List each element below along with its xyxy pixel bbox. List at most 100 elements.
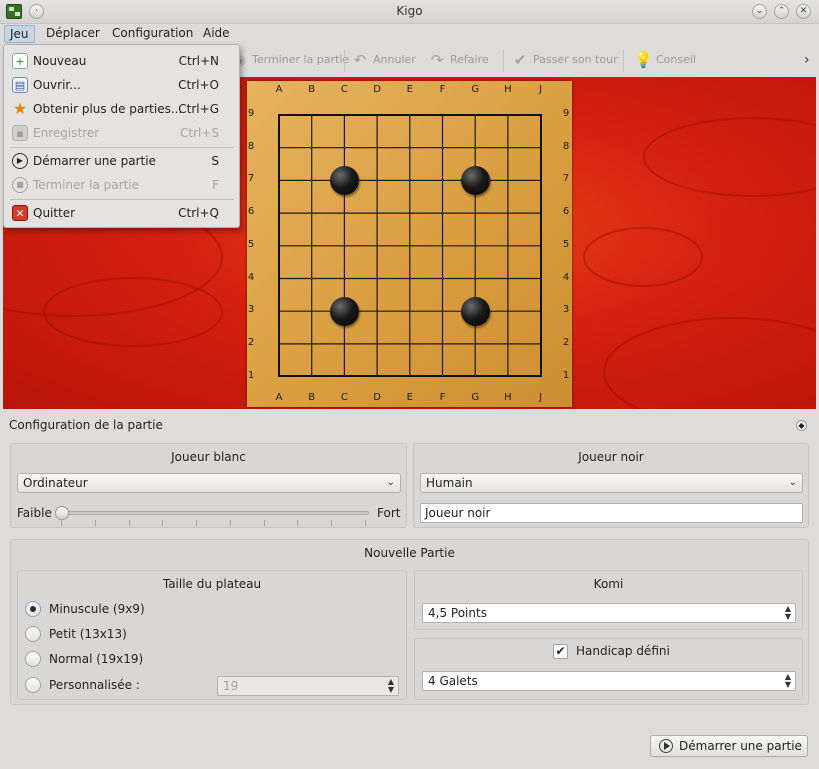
- strength-slider[interactable]: [55, 511, 369, 515]
- toolbar-overflow-button[interactable]: ›: [804, 50, 810, 70]
- row-label: 8: [562, 140, 570, 152]
- row-label: 5: [247, 238, 255, 250]
- custom-size-value: 19: [223, 679, 239, 693]
- size-custom-label[interactable]: Personnalisée :: [49, 677, 140, 693]
- handicap-checkbox[interactable]: ✔: [553, 644, 568, 659]
- komi-group: Komi 4,5 Points ▲ ▼: [414, 570, 803, 630]
- black-player-name-input[interactable]: Joueur noir: [420, 503, 803, 523]
- pass-button[interactable]: ✔ Passer son tour: [511, 50, 618, 70]
- size-normal-radio[interactable]: [25, 651, 41, 667]
- black-player-group: Joueur noir Humain ⌄ Joueur noir: [413, 443, 809, 528]
- column-label: J: [539, 84, 543, 95]
- hint-button[interactable]: 💡 Conseil: [634, 50, 696, 70]
- menu-item-get-more[interactable]: ★ Obtenir plus de parties... Ctrl+G: [4, 98, 239, 120]
- slider-tick: [331, 520, 333, 526]
- toolbar-separator: [503, 50, 504, 72]
- new-game-group: Nouvelle Partie Taille du plateau Minusc…: [10, 539, 809, 705]
- row-label: 3: [247, 304, 255, 316]
- black-player-title: Joueur noir: [578, 450, 644, 464]
- game-menu-dropdown: + Nouveau Ctrl+N ▤ Ouvrir... Ctrl+O ★ Ob…: [3, 44, 240, 228]
- open-folder-icon: ▤: [12, 77, 28, 93]
- board-size-title: Taille du plateau: [162, 577, 262, 591]
- chevron-down-icon: ⌄: [386, 477, 395, 488]
- handicap-spinbox[interactable]: 4 Galets ▲ ▼: [422, 671, 796, 691]
- menu-item-new-shortcut: Ctrl+N: [178, 54, 219, 68]
- minimize-button[interactable]: ⌄: [752, 4, 767, 19]
- slider-tick: [196, 520, 198, 526]
- size-custom-radio[interactable]: [25, 677, 41, 693]
- strong-label: Fort: [377, 506, 401, 520]
- game-setup-dock: Configuration de la partie ◆ Joueur blan…: [0, 415, 819, 769]
- menu-item-get-more-label: Obtenir plus de parties...: [33, 102, 183, 116]
- column-label: G: [471, 392, 480, 403]
- column-label: F: [439, 84, 446, 95]
- column-label: C: [340, 392, 348, 403]
- menu-separator: [10, 199, 234, 200]
- play-icon: [659, 739, 673, 753]
- menu-bar: Jeu Déplacer Configuration Aide: [0, 24, 819, 44]
- hint-label: Conseil: [656, 53, 696, 66]
- row-label: 4: [247, 271, 255, 283]
- wood-grain-decoration: [43, 277, 223, 347]
- menu-item-save[interactable]: ▪ Enregistrer Ctrl+S: [4, 122, 239, 144]
- maximize-button[interactable]: ⌃: [774, 4, 789, 19]
- menu-item-quit[interactable]: ✕ Quitter Ctrl+Q: [4, 202, 239, 224]
- column-label: F: [439, 392, 446, 403]
- start-game-label: Démarrer une partie: [679, 739, 802, 753]
- size-small-label[interactable]: Petit (13x13): [49, 626, 127, 642]
- row-label: 2: [562, 336, 570, 348]
- size-small-radio[interactable]: [25, 626, 41, 642]
- slider-tick: [162, 520, 164, 526]
- menu-item-open-shortcut: Ctrl+O: [178, 78, 219, 92]
- size-tiny-radio[interactable]: [25, 601, 41, 617]
- menu-item-get-more-shortcut: Ctrl+G: [178, 102, 219, 116]
- end-game-toolbar-label: Terminer la partie: [252, 53, 350, 66]
- slider-tick: [365, 520, 366, 526]
- close-button[interactable]: ✕: [796, 4, 811, 19]
- toolbar-separator: [623, 50, 624, 72]
- black-stone: [460, 296, 490, 326]
- start-game-button[interactable]: Démarrer une partie: [650, 735, 808, 757]
- white-player-type-select[interactable]: Ordinateur ⌄: [17, 473, 401, 493]
- row-label: 3: [562, 304, 570, 316]
- chevron-down-icon: ⌄: [788, 477, 797, 488]
- menu-aide[interactable]: Aide: [198, 25, 235, 43]
- handicap-label[interactable]: Handicap défini: [576, 643, 670, 659]
- menu-item-start-label: Démarrer une partie: [33, 154, 156, 168]
- board-grid: [278, 114, 542, 377]
- black-stone: [460, 165, 490, 195]
- menu-item-open[interactable]: ▤ Ouvrir... Ctrl+O: [4, 74, 239, 96]
- size-tiny-label[interactable]: Minuscule (9x9): [49, 601, 145, 617]
- menu-item-end[interactable]: ■ Terminer la partie F: [4, 174, 239, 196]
- column-label: J: [539, 392, 543, 403]
- menu-configuration[interactable]: Configuration: [107, 25, 198, 43]
- menu-item-new[interactable]: + Nouveau Ctrl+N: [4, 50, 239, 72]
- row-label: 4: [562, 271, 570, 283]
- row-label: 9: [562, 108, 570, 119]
- row-label: 8: [247, 140, 255, 152]
- size-normal-label[interactable]: Normal (19x19): [49, 651, 143, 667]
- komi-value: 4,5 Points: [428, 606, 487, 620]
- menu-jeu[interactable]: Jeu: [4, 25, 35, 43]
- strength-slider-handle[interactable]: [55, 506, 69, 520]
- go-board[interactable]: A B C D E F G H J A B C D E F G H J 9 8 7 6 5 4 3 2 1 9 8 7 6 5 4 3 2 1: [247, 81, 572, 407]
- column-label: H: [504, 392, 512, 403]
- row-label: 6: [247, 206, 255, 218]
- custom-size-spinbox[interactable]: 19 ▲ ▼: [217, 676, 399, 696]
- new-document-icon: +: [12, 53, 28, 69]
- end-game-toolbar-button[interactable]: ◉Terminer la partie: [230, 50, 349, 70]
- black-stone: [329, 165, 359, 195]
- undo-button[interactable]: ↶ Annuler: [351, 50, 416, 70]
- title-bar: · Kigo ⌄ ⌃ ✕: [0, 0, 819, 24]
- menu-deplacer[interactable]: Déplacer: [41, 25, 105, 43]
- menu-item-start[interactable]: ▶ Démarrer une partie S: [4, 150, 239, 172]
- redo-label: Refaire: [450, 53, 489, 66]
- black-player-type-select[interactable]: Humain ⌄: [420, 473, 803, 493]
- new-game-title: Nouvelle Partie: [364, 546, 455, 560]
- dock-float-icon[interactable]: ◆: [796, 420, 807, 431]
- column-label: A: [275, 392, 283, 403]
- row-label: 1: [247, 369, 255, 381]
- komi-spinbox[interactable]: 4,5 Points ▲ ▼: [422, 603, 796, 623]
- menu-item-quit-shortcut: Ctrl+Q: [178, 206, 219, 220]
- redo-button[interactable]: ↷ Refaire: [428, 50, 489, 70]
